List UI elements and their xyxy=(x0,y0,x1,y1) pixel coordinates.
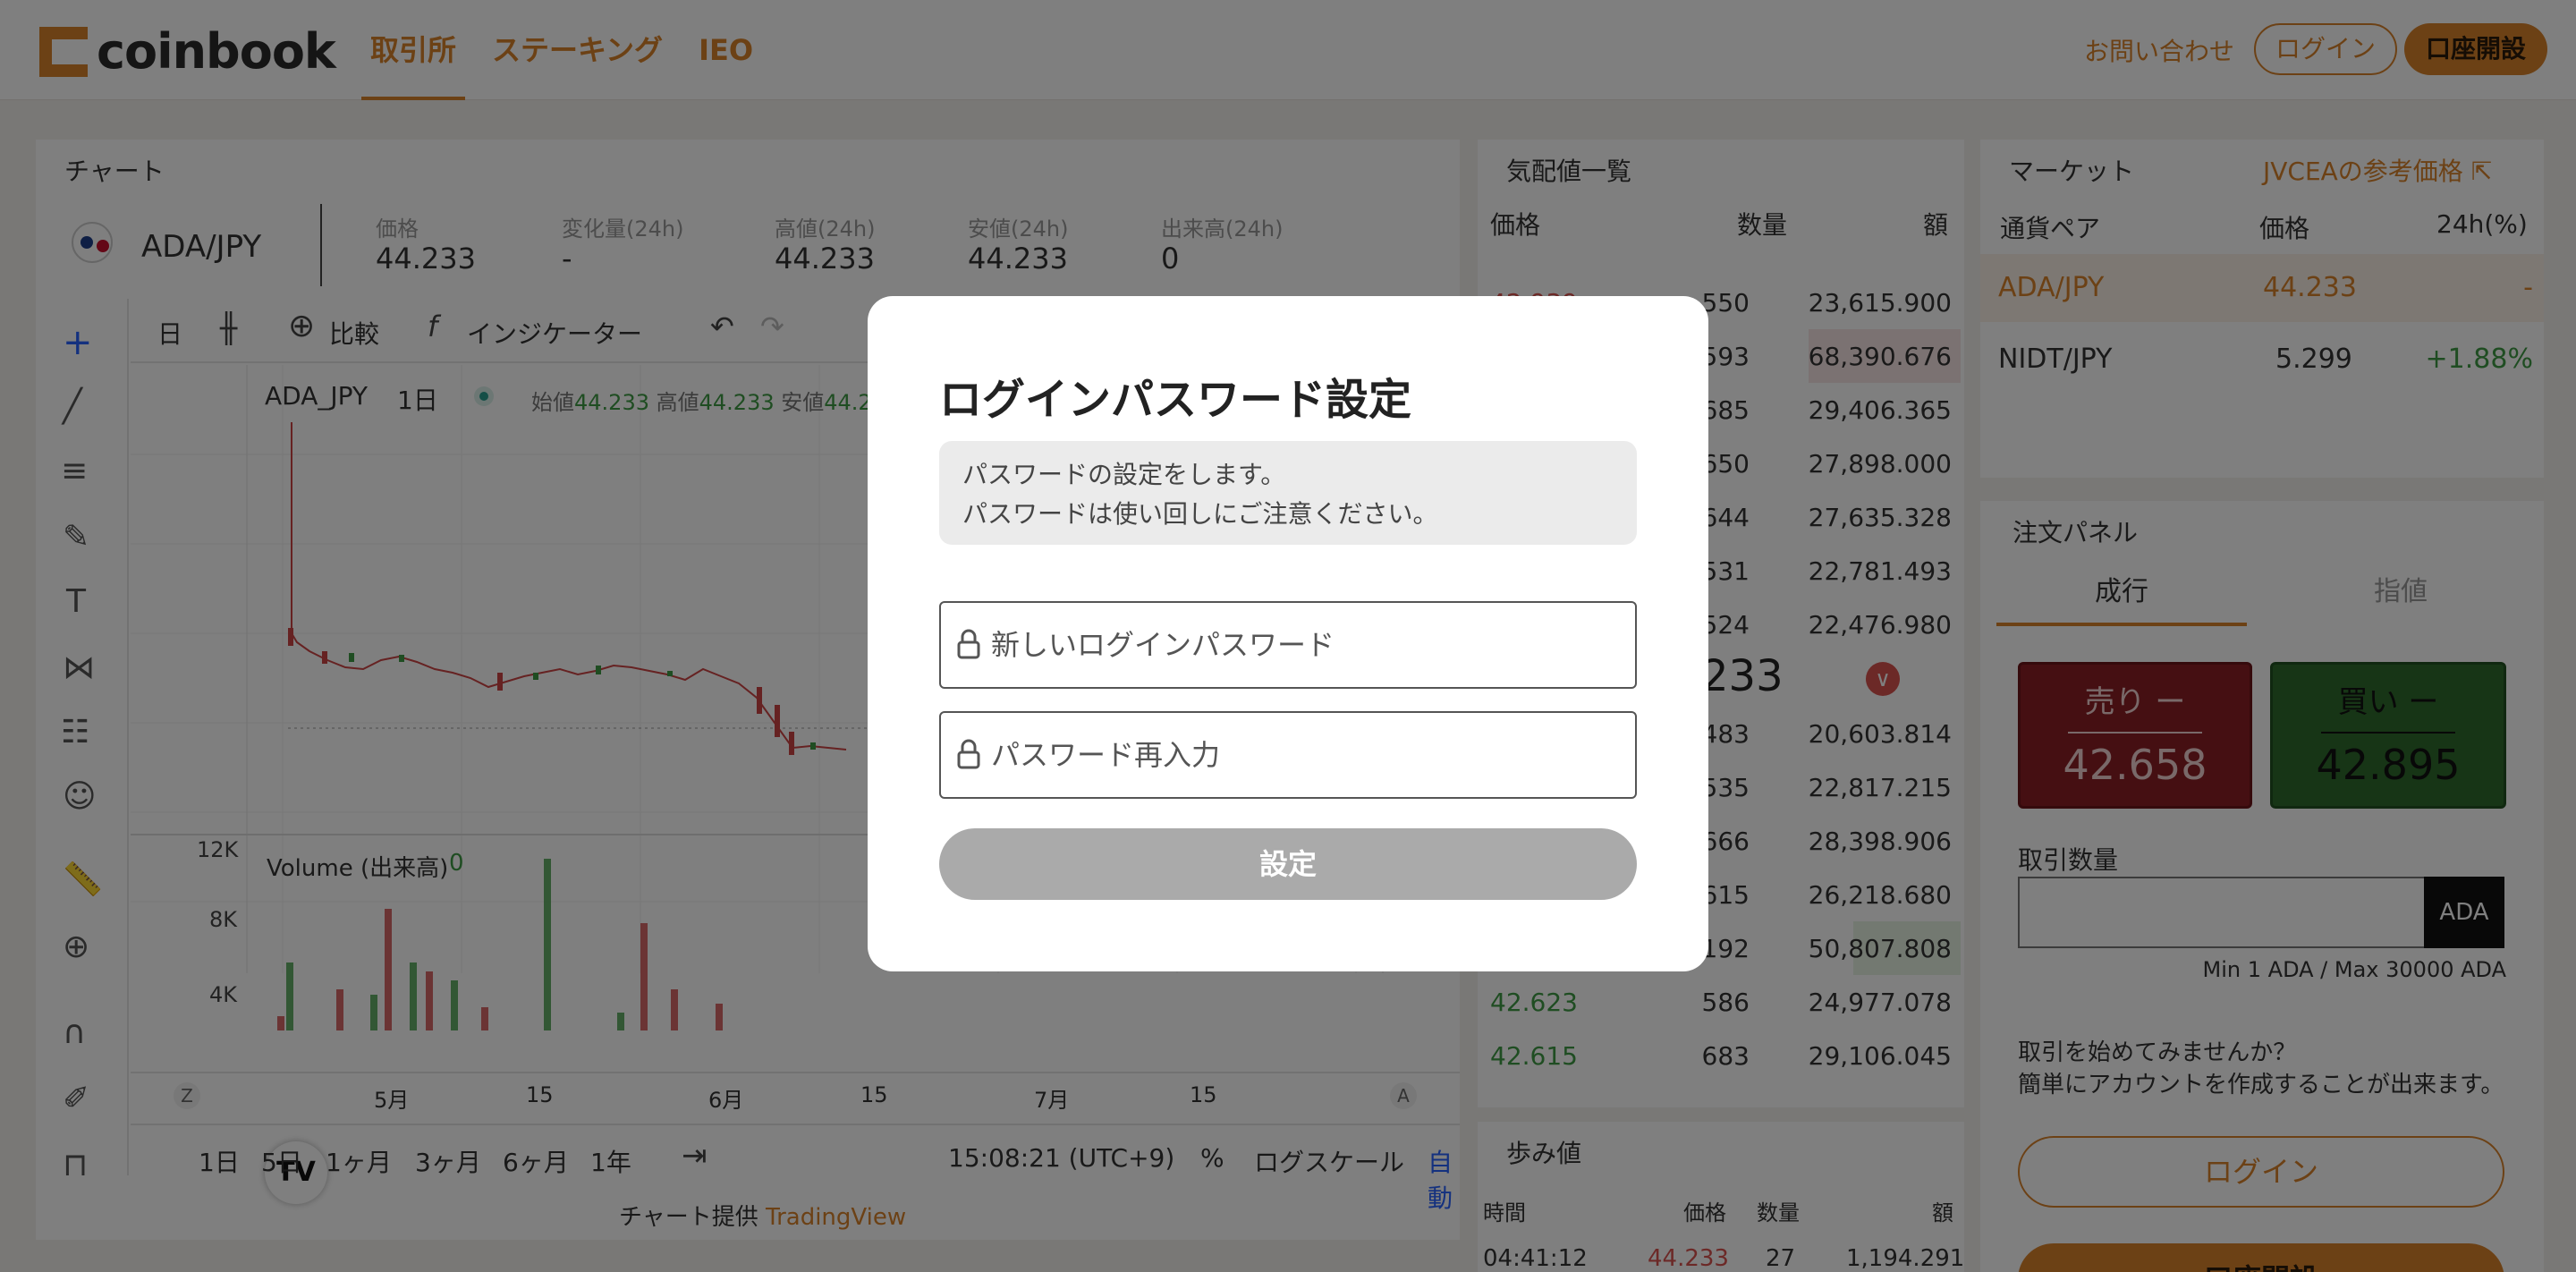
modal-notice: パスワードの設定をします。 パスワードは使い回しにご注意ください。 xyxy=(939,441,1637,545)
new-password-placeholder: 新しいログインパスワード xyxy=(991,628,1335,662)
password-modal: ログインパスワード設定 パスワードの設定をします。 パスワードは使い回しにご注意… xyxy=(868,296,1708,971)
confirm-password-input[interactable]: パスワード再入力 xyxy=(939,711,1637,799)
set-password-button[interactable]: 設定 xyxy=(939,828,1637,900)
new-password-input[interactable]: 新しいログインパスワード xyxy=(939,601,1637,689)
lock-icon xyxy=(957,629,980,659)
confirm-password-placeholder: パスワード再入力 xyxy=(991,738,1221,772)
modal-notice-line1: パスワードの設定をします。 xyxy=(962,460,1286,489)
modal-notice-line2: パスワードは使い回しにご注意ください。 xyxy=(962,499,1438,529)
modal-title: ログインパスワード設定 xyxy=(939,375,1412,425)
lock-icon xyxy=(957,739,980,769)
